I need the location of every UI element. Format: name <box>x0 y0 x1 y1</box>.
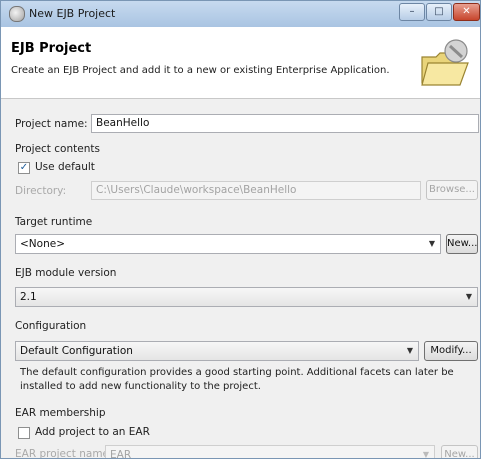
title-bar[interactable]: New EJB Project – □ ✕ <box>1 1 480 28</box>
ear-project-name-label: EAR project name: <box>15 448 113 459</box>
window-title: New EJB Project <box>29 7 116 20</box>
maximize-button[interactable]: □ <box>426 3 452 21</box>
page-description: Create an EJB Project and add it to a ne… <box>11 65 390 76</box>
page-title: EJB Project <box>11 41 92 56</box>
project-name-label: Project name: <box>15 118 88 130</box>
add-to-ear-label: Add project to an EAR <box>35 426 150 438</box>
close-button[interactable]: ✕ <box>453 3 480 21</box>
eclipse-app-icon <box>9 6 25 22</box>
configuration-description-line-2: installed to add new functionality to th… <box>20 381 261 392</box>
wizard-header: EJB Project Create an EJB Project and ad… <box>1 27 480 99</box>
modify-button[interactable]: Modify... <box>424 341 478 361</box>
directory-input[interactable]: C:\Users\Claude\workspace\BeanHello <box>91 181 421 200</box>
configuration-heading: Configuration <box>15 320 87 332</box>
ejb-module-version-value: 2.1 <box>20 291 37 303</box>
maximize-icon: □ <box>434 6 444 17</box>
target-runtime-heading: Target runtime <box>15 216 93 228</box>
ear-membership-heading: EAR membership <box>15 407 106 419</box>
new-ejb-project-dialog: New EJB Project – □ ✕ EJB Project Create… <box>0 0 481 459</box>
chevron-down-icon: ▼ <box>406 346 413 355</box>
close-icon: ✕ <box>462 6 471 17</box>
browse-button[interactable]: Browse... <box>426 180 478 200</box>
chevron-down-icon: ▼ <box>465 292 472 301</box>
target-runtime-select[interactable]: <None> ▼ <box>15 234 441 254</box>
use-default-label: Use default <box>35 161 95 173</box>
configuration-select[interactable]: Default Configuration ▼ <box>15 341 419 361</box>
target-runtime-value: <None> <box>20 238 65 250</box>
use-default-checkbox[interactable]: ✓ <box>18 162 30 174</box>
chevron-down-icon: ▼ <box>428 239 435 248</box>
new-ear-button[interactable]: New... <box>441 445 478 458</box>
configuration-description-line-1: The default configuration provides a goo… <box>20 367 454 378</box>
project-name-input[interactable]: BeanHello <box>91 114 479 133</box>
chevron-down-icon: ▼ <box>422 450 429 459</box>
checkmark-icon: ✓ <box>19 162 29 173</box>
ejb-module-version-heading: EJB module version <box>15 267 117 279</box>
new-runtime-button[interactable]: New... <box>446 234 478 254</box>
minimize-button[interactable]: – <box>399 3 425 21</box>
directory-label: Directory: <box>15 185 67 197</box>
open-folder-icon <box>421 39 469 86</box>
ear-project-name-select[interactable]: EAR ▼ <box>105 445 435 459</box>
ear-project-name-value: EAR <box>110 449 132 459</box>
configuration-value: Default Configuration <box>20 345 133 357</box>
minimize-icon: – <box>409 6 415 17</box>
add-to-ear-checkbox[interactable] <box>18 427 30 439</box>
ejb-module-version-select[interactable]: 2.1 ▼ <box>15 287 478 307</box>
project-contents-heading: Project contents <box>15 143 100 155</box>
